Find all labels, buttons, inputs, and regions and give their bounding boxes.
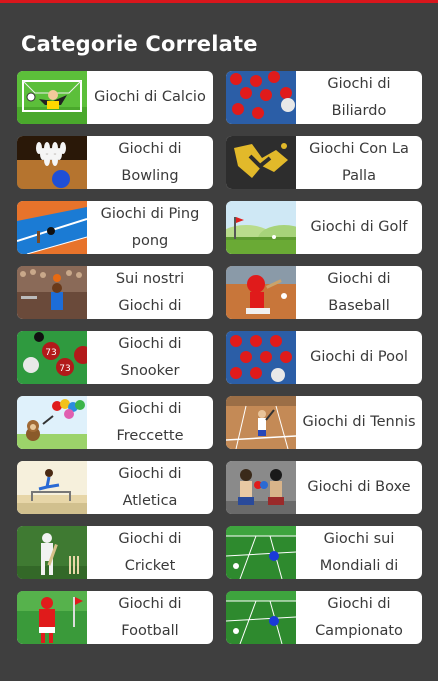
basketball-player-icon xyxy=(17,266,87,319)
category-label: Giochi di Baseball xyxy=(327,270,391,314)
billiard-balls-icon xyxy=(226,71,296,124)
category-label: Giochi di Football xyxy=(118,595,182,639)
pool-balls-icon xyxy=(226,331,296,384)
category-card-basket[interactable]: Sui nostri Giochi di xyxy=(17,266,213,319)
category-label: Giochi di Boxe xyxy=(307,479,411,495)
top-accent-bar xyxy=(0,0,438,3)
category-label: Giochi di Snooker xyxy=(118,335,182,379)
category-card-boxe[interactable]: Giochi di Boxe xyxy=(226,461,422,514)
category-card-pool[interactable]: Giochi di Pool xyxy=(226,331,422,384)
category-card-campionato[interactable]: Giochi di Campionato xyxy=(226,591,422,644)
golf-course-icon xyxy=(226,201,296,254)
snooker-balls-icon: 73 73 xyxy=(17,331,87,384)
championship-soccer-field-icon xyxy=(226,591,296,644)
snake-ball-icon xyxy=(226,136,296,189)
world-cup-soccer-field-icon xyxy=(226,526,296,579)
cricket-batsman-icon xyxy=(17,526,87,579)
category-label: Giochi sui Mondiali di xyxy=(319,530,399,574)
category-label: Giochi di Bowling xyxy=(118,140,182,184)
soccer-goalkeeper-icon xyxy=(17,71,87,124)
category-label: Giochi di Ping pong xyxy=(100,205,200,249)
category-card-baseball[interactable]: Giochi di Baseball xyxy=(226,266,422,319)
category-label: Giochi di Tennis xyxy=(302,414,416,430)
category-card-atletica[interactable]: Giochi di Atletica xyxy=(17,461,213,514)
category-card-golf[interactable]: Giochi di Golf xyxy=(226,201,422,254)
bowling-pins-icon xyxy=(17,136,87,189)
category-label: Sui nostri Giochi di xyxy=(115,270,185,314)
category-card-calcio[interactable]: Giochi di Calcio xyxy=(17,71,213,124)
category-card-freccette[interactable]: Giochi di Freccette xyxy=(17,396,213,449)
darts-monkey-balloons-icon xyxy=(17,396,87,449)
section-title: Categorie Correlate xyxy=(21,32,258,56)
category-card-palla[interactable]: Giochi Con La Palla xyxy=(226,136,422,189)
boxers-icon xyxy=(226,461,296,514)
ping-pong-table-icon xyxy=(17,201,87,254)
category-label: Giochi di Pool xyxy=(310,349,408,365)
category-grid: Giochi di Calcio Giochi di Biliardo Gioc… xyxy=(17,71,422,644)
svg-text:73: 73 xyxy=(45,348,56,358)
category-card-football[interactable]: Giochi di Football xyxy=(17,591,213,644)
category-card-biliardo[interactable]: Giochi di Biliardo xyxy=(226,71,422,124)
category-label: Giochi di Biliardo xyxy=(327,75,391,119)
category-label: Giochi di Calcio xyxy=(94,89,206,105)
category-card-bowling[interactable]: Giochi di Bowling xyxy=(17,136,213,189)
category-card-snooker[interactable]: 73 73 Giochi di Snooker xyxy=(17,331,213,384)
baseball-player-icon xyxy=(226,266,296,319)
category-card-mondiali[interactable]: Giochi sui Mondiali di xyxy=(226,526,422,579)
category-card-ping-pong[interactable]: Giochi di Ping pong xyxy=(17,201,213,254)
category-label: Giochi Con La Palla xyxy=(309,140,409,184)
football-player-icon xyxy=(17,591,87,644)
category-card-tennis[interactable]: Giochi di Tennis xyxy=(226,396,422,449)
tennis-player-icon xyxy=(226,396,296,449)
category-label: Giochi di Golf xyxy=(310,219,408,235)
category-label: Giochi di Freccette xyxy=(116,400,184,444)
category-label: Giochi di Campionato xyxy=(315,595,403,639)
category-label: Giochi di Cricket xyxy=(118,530,182,574)
svg-text:73: 73 xyxy=(59,364,70,374)
category-label: Giochi di Atletica xyxy=(118,465,182,509)
hurdler-icon xyxy=(17,461,87,514)
category-card-cricket[interactable]: Giochi di Cricket xyxy=(17,526,213,579)
